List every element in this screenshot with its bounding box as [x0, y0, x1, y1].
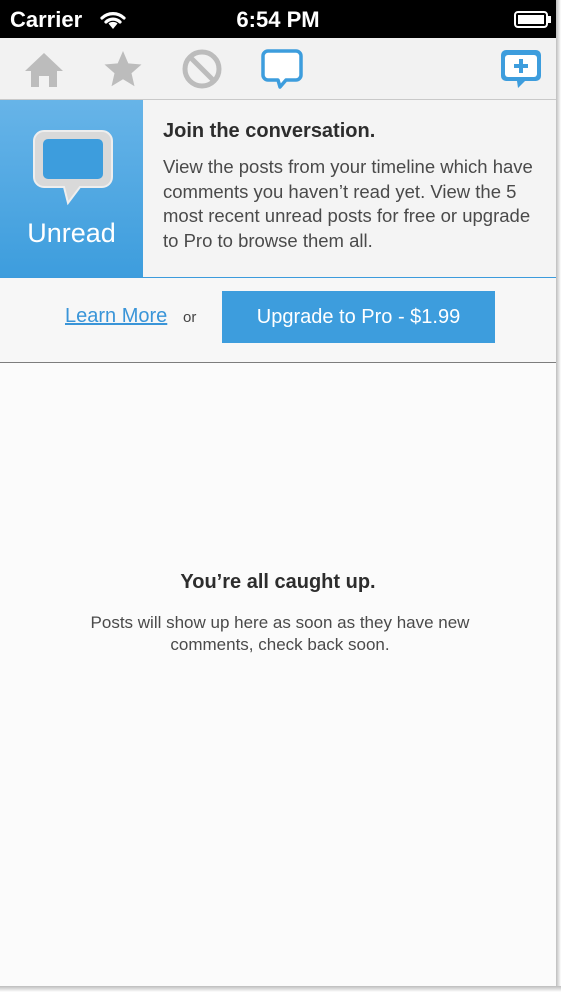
- empty-state-message: Posts will show up here as soon as they …: [90, 613, 470, 654]
- window-shadow-right: [556, 0, 561, 992]
- compose-button[interactable]: [498, 46, 544, 92]
- upgrade-promo-panel: Unread Join the conversation. View the p…: [0, 100, 556, 278]
- status-bar: Carrier 6:54 PM: [0, 0, 556, 38]
- upgrade-actions: Learn More or Upgrade to Pro - $1.99: [0, 278, 556, 363]
- clock: 6:54 PM: [236, 7, 320, 32]
- unread-tab-button[interactable]: [259, 46, 305, 92]
- promo-description: View the posts from your timeline which …: [163, 156, 533, 251]
- chat-bubble-icon: [33, 130, 113, 206]
- toolbar: [0, 38, 556, 100]
- unread-tile-label: Unread: [27, 218, 116, 248]
- block-icon: [182, 49, 222, 89]
- battery-icon: [514, 11, 551, 28]
- or-label: or: [183, 309, 197, 326]
- learn-more-link[interactable]: Learn More: [65, 305, 167, 328]
- chat-bubble-icon: [261, 49, 303, 89]
- unread-tile: Unread: [0, 100, 143, 277]
- star-icon: [104, 51, 142, 87]
- promo-title: Join the conversation.: [163, 120, 376, 142]
- window-shadow-bottom: [0, 986, 561, 992]
- muted-button[interactable]: [179, 46, 225, 92]
- empty-state-title: You’re all caught up.: [180, 571, 376, 593]
- home-button[interactable]: [21, 46, 67, 92]
- compose-plus-icon: [501, 50, 541, 88]
- upgrade-to-pro-button[interactable]: Upgrade to Pro - $1.99: [222, 291, 495, 343]
- home-icon: [25, 53, 63, 87]
- favorites-button[interactable]: [100, 46, 146, 92]
- app-screen: Carrier 6:54 PM Unread Join the conversa…: [0, 0, 556, 986]
